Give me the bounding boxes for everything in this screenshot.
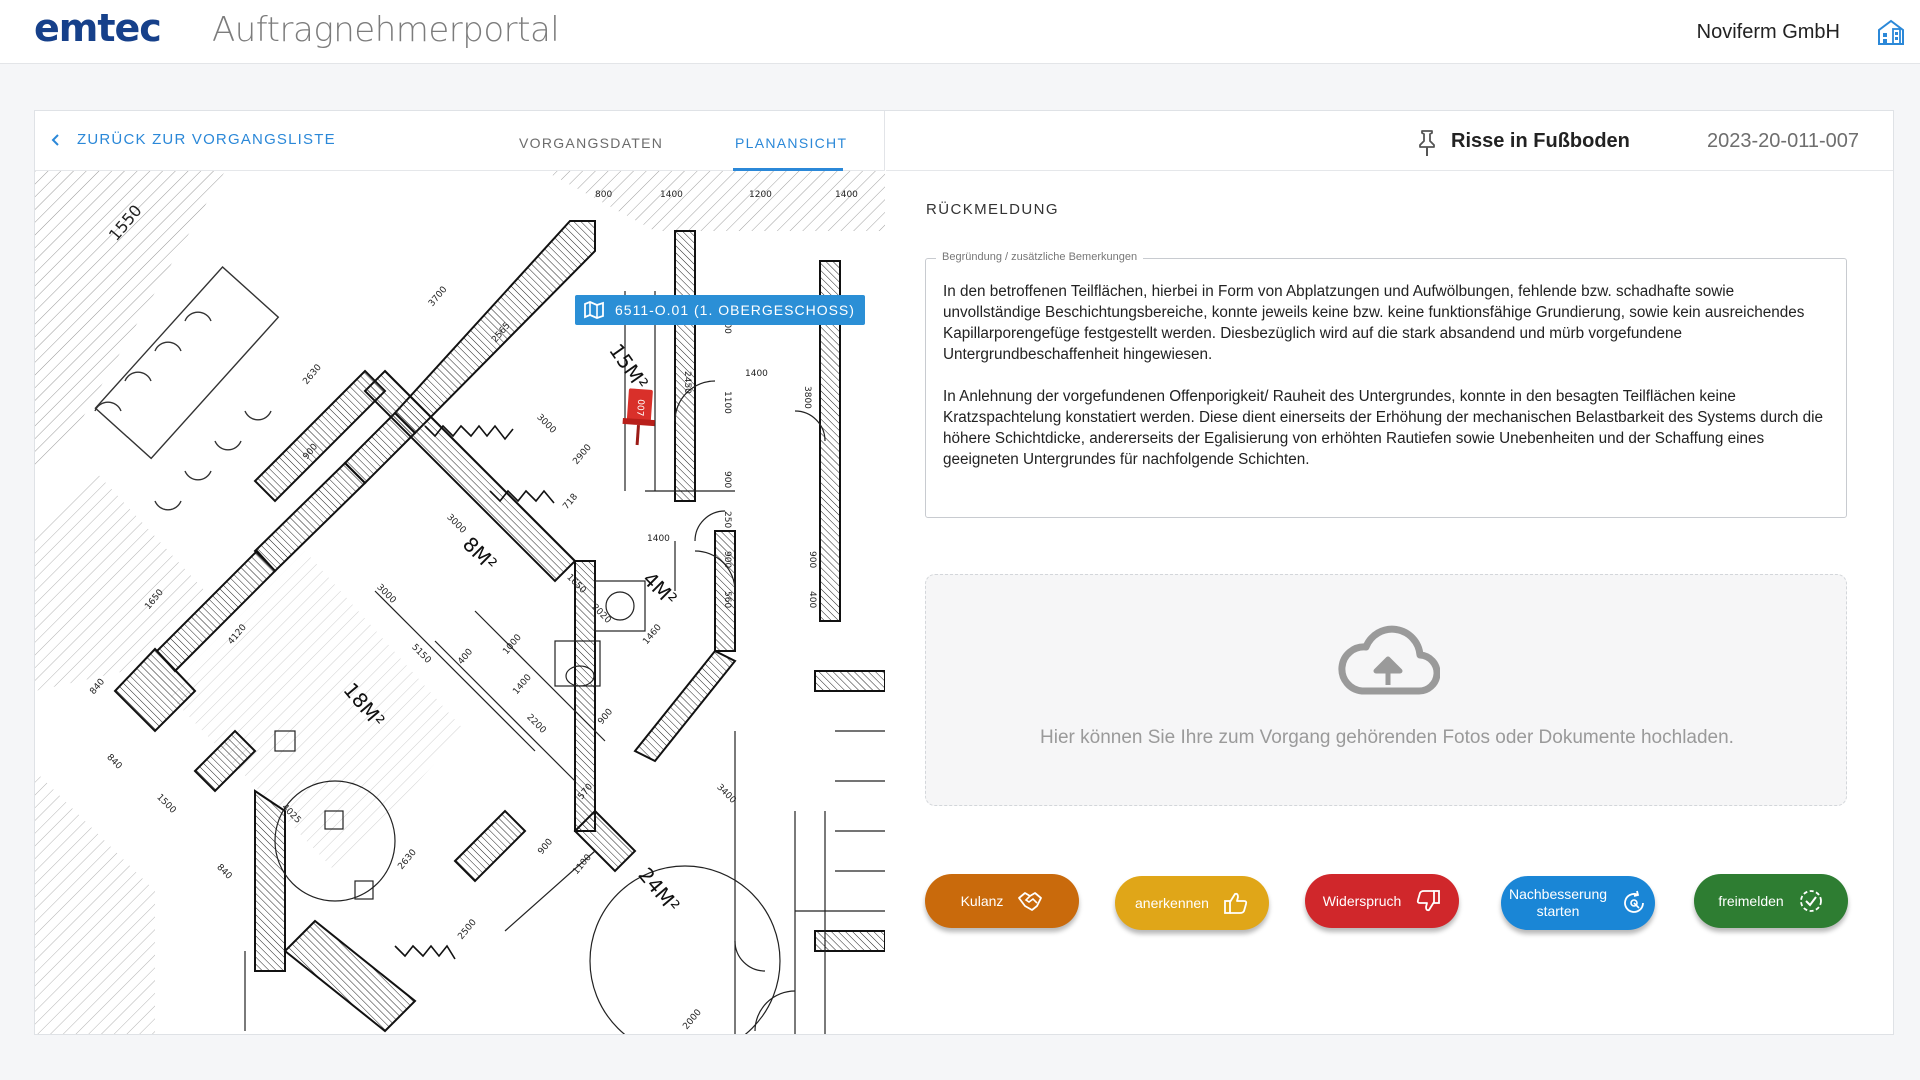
svg-text:1400: 1400 <box>835 190 858 200</box>
widerspruch-label: Widerspruch <box>1322 892 1402 909</box>
floor-label: 6511-O.01 (1. OBERGESCHOSS) <box>615 302 855 318</box>
tab-planansicht[interactable]: PLANANSICHT <box>735 135 847 151</box>
kulanz-button[interactable]: Kulanz <box>925 874 1079 928</box>
plan-panel: ZURÜCK ZUR VORGANGSLISTE VORGANGSDATEN P… <box>35 111 885 1034</box>
nachbesserung-label: Nachbesserung starten <box>1509 886 1607 920</box>
widerspruch-button[interactable]: Widerspruch <box>1305 874 1459 928</box>
thumbs-down-icon <box>1417 890 1441 912</box>
portal-title: Auftragnehmerportal <box>212 10 560 50</box>
handshake-icon <box>1018 892 1043 911</box>
anerkennen-button[interactable]: anerkennen <box>1115 876 1269 930</box>
pin-label: 007 <box>634 399 645 417</box>
brand-logo[interactable]: emtec <box>34 6 162 50</box>
remarks-text[interactable]: In den betroffenen Teilflächen, hierbei … <box>943 281 1833 470</box>
remarks-textarea[interactable]: Begründung / zusätzliche Bemerkungen In … <box>925 251 1847 518</box>
back-to-list-link[interactable]: ZURÜCK ZUR VORGANGSLISTE <box>51 131 336 148</box>
svg-text:1100: 1100 <box>722 391 732 414</box>
svg-text:800: 800 <box>595 190 612 200</box>
restart-cog-icon <box>1624 890 1644 913</box>
issue-title: Risse in Fußboden <box>1451 130 1630 152</box>
svg-text:1400: 1400 <box>745 369 768 379</box>
svg-text:900: 900 <box>722 551 732 568</box>
check-circle-icon <box>1799 890 1822 912</box>
svg-text:1200: 1200 <box>749 190 772 200</box>
issue-header: Risse in Fußboden 2023-20-011-007 <box>886 111 1893 171</box>
svg-text:1400: 1400 <box>660 190 683 200</box>
tab-vorgangsdaten[interactable]: VORGANGSDATEN <box>519 135 663 151</box>
feedback-section-title: RÜCKMELDUNG <box>926 201 1059 218</box>
issue-id: 2023-20-011-007 <box>1707 130 1859 152</box>
map-icon <box>584 301 604 319</box>
chevron-left-icon <box>51 133 59 146</box>
building-icon[interactable] <box>1876 18 1906 46</box>
nachbesserung-label-line1: Nachbesserung <box>1508 886 1608 902</box>
file-upload-dropzone[interactable]: Hier können Sie Ihre zum Vorgang gehören… <box>925 574 1847 806</box>
svg-text:900: 900 <box>722 471 732 488</box>
kulanz-label: Kulanz <box>960 892 1004 909</box>
svg-text:250: 250 <box>722 511 732 528</box>
svg-text:2450: 2450 <box>682 371 692 394</box>
remarks-paragraph-1: In den betroffenen Teilflächen, hierbei … <box>943 283 1805 363</box>
upload-hint-text: Hier können Sie Ihre zum Vorgang gehören… <box>1040 727 1734 748</box>
top-bar: emtec Auftragnehmerportal Noviferm GmbH <box>0 0 1920 64</box>
thumbs-up-icon <box>1224 892 1248 914</box>
nachbesserung-starten-button[interactable]: Nachbesserung starten <box>1501 876 1655 930</box>
svg-text:1400: 1400 <box>647 534 670 544</box>
freimelden-label: freimelden <box>1718 892 1784 909</box>
floor-selector-badge[interactable]: 6511-O.01 (1. OBERGESCHOSS) <box>575 295 865 325</box>
nachbesserung-label-line2: starten <box>1536 903 1580 919</box>
cloud-upload-icon <box>1338 625 1440 695</box>
plan-panel-header: ZURÜCK ZUR VORGANGSLISTE VORGANGSDATEN P… <box>35 111 885 171</box>
remarks-field-label: Begründung / zusätzliche Bemerkungen <box>936 251 1144 263</box>
svg-text:560: 560 <box>722 591 732 608</box>
svg-text:400: 400 <box>807 591 817 608</box>
anerkennen-label: anerkennen <box>1135 894 1209 911</box>
svg-text:3800: 3800 <box>802 386 812 409</box>
company-name: Noviferm GmbH <box>1696 21 1840 43</box>
svg-text:900: 900 <box>807 551 817 568</box>
floor-plan-viewer[interactable]: 1550 800 1400 1200 1400 3700 2565 3000 1… <box>35 171 885 1034</box>
freimelden-button[interactable]: freimelden <box>1694 874 1848 928</box>
back-label: ZURÜCK ZUR VORGANGSLISTE <box>77 131 336 148</box>
remarks-paragraph-2: In Anlehnung der vorgefundenen Offenpori… <box>943 388 1824 468</box>
thumbtack-icon <box>1419 130 1435 156</box>
